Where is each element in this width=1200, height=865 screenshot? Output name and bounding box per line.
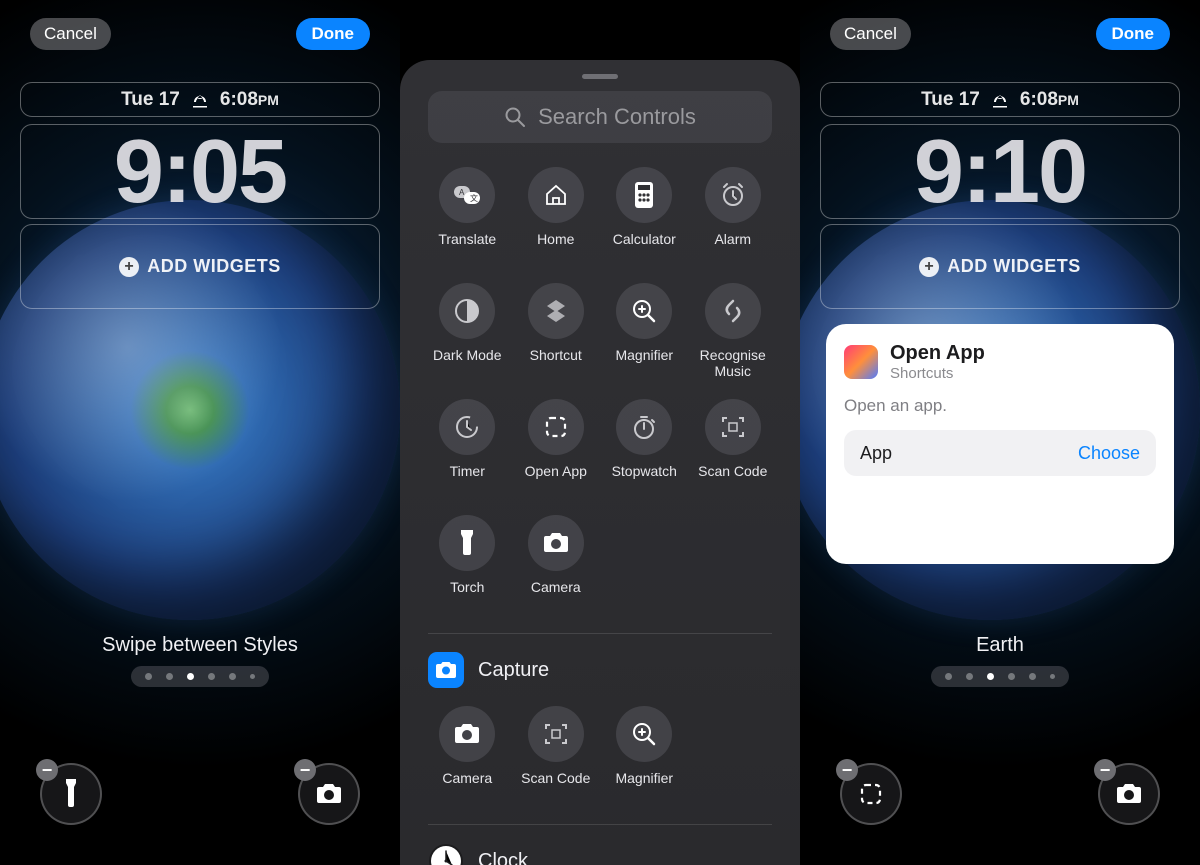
style-page-indicator[interactable] xyxy=(931,666,1069,687)
sunrise-time: 6:08PM xyxy=(220,89,279,111)
camera-icon xyxy=(1115,783,1143,805)
capture-app-icon xyxy=(428,652,464,688)
scan-code-icon xyxy=(543,721,569,747)
clock-app-icon xyxy=(428,843,464,865)
sheet-grabber[interactable] xyxy=(582,74,618,79)
camera-icon xyxy=(315,783,343,805)
panel-controls-sheet: Search Controls A文 Translate Home Calcul… xyxy=(400,0,800,865)
card-title: Open App xyxy=(890,342,985,365)
shortcut-icon xyxy=(543,298,569,324)
control-torch[interactable]: Torch xyxy=(428,515,507,611)
scan-code-icon xyxy=(720,414,746,440)
app-selection-row[interactable]: App Choose xyxy=(844,430,1156,476)
control-open-app[interactable]: Open App xyxy=(517,399,596,495)
section-capture-header: Capture xyxy=(428,652,772,688)
timer-icon xyxy=(454,414,480,440)
capture-magnifier[interactable]: Magnifier xyxy=(605,706,684,802)
camera-icon xyxy=(542,532,570,554)
style-hint: Earth xyxy=(800,634,1200,657)
cancel-button[interactable]: Cancel xyxy=(830,18,911,50)
magnifier-icon xyxy=(631,298,657,324)
control-translate[interactable]: A文 Translate xyxy=(428,167,507,263)
camera-icon xyxy=(453,723,481,745)
control-calculator[interactable]: Calculator xyxy=(605,167,684,263)
card-subtitle: Shortcuts xyxy=(890,365,985,382)
capture-grid: Camera Scan Code Magnifier xyxy=(428,706,772,802)
control-camera[interactable]: Camera xyxy=(517,515,596,611)
plus-icon: + xyxy=(919,257,939,277)
torch-icon xyxy=(58,779,84,809)
stopwatch-icon xyxy=(631,414,657,440)
style-page-indicator[interactable] xyxy=(131,666,269,687)
capture-camera[interactable]: Camera xyxy=(428,706,507,802)
date-widget-area[interactable]: Tue 17 6:08PM xyxy=(820,82,1180,117)
open-app-config-card: Open App Shortcuts Open an app. App Choo… xyxy=(826,324,1174,564)
control-home[interactable]: Home xyxy=(517,167,596,263)
add-widgets-area[interactable]: + ADD WIDGETS xyxy=(820,224,1180,309)
add-widgets-label: ADD WIDGETS xyxy=(947,256,1081,277)
control-stopwatch[interactable]: Stopwatch xyxy=(605,399,684,495)
controls-sheet[interactable]: Search Controls A文 Translate Home Calcul… xyxy=(400,60,800,865)
quick-action-left[interactable]: − xyxy=(40,763,102,825)
remove-badge-icon[interactable]: − xyxy=(36,759,58,781)
control-magnifier[interactable]: Magnifier xyxy=(605,283,684,379)
section-clock-header: Clock xyxy=(428,843,772,865)
remove-badge-icon[interactable]: − xyxy=(1094,759,1116,781)
open-app-icon xyxy=(544,415,568,439)
open-app-icon xyxy=(859,782,883,806)
style-hint: Swipe between Styles xyxy=(0,634,400,657)
search-placeholder: Search Controls xyxy=(538,104,696,130)
control-dark-mode[interactable]: Dark Mode xyxy=(428,283,507,379)
shazam-icon xyxy=(720,298,746,324)
control-recognise-music[interactable]: Recognise Music xyxy=(694,283,773,379)
search-input[interactable]: Search Controls xyxy=(428,91,772,143)
remove-badge-icon[interactable]: − xyxy=(294,759,316,781)
control-alarm[interactable]: Alarm xyxy=(694,167,773,263)
translate-icon: A文 xyxy=(453,183,481,207)
dark-mode-icon xyxy=(453,297,481,325)
date-text: Tue 17 xyxy=(921,89,980,111)
section-divider xyxy=(428,633,772,634)
date-widget-area[interactable]: Tue 17 6:08PM xyxy=(20,82,380,117)
calculator-icon xyxy=(633,181,655,209)
date-text: Tue 17 xyxy=(121,89,180,111)
plus-icon: + xyxy=(119,257,139,277)
cancel-button[interactable]: Cancel xyxy=(30,18,111,50)
add-widgets-area[interactable]: + ADD WIDGETS xyxy=(20,224,380,309)
quick-action-left[interactable]: − xyxy=(840,763,902,825)
sunrise-time: 6:08PM xyxy=(1020,89,1079,111)
shortcuts-app-icon xyxy=(844,345,878,379)
alarm-icon xyxy=(720,182,746,208)
sunrise-icon xyxy=(990,92,1010,108)
control-scan-code[interactable]: Scan Code xyxy=(694,399,773,495)
svg-text:A: A xyxy=(459,188,465,197)
choose-button[interactable]: Choose xyxy=(1078,443,1140,464)
time-widget-area[interactable]: 9:10 xyxy=(820,124,1180,219)
search-icon xyxy=(504,106,526,128)
control-timer[interactable]: Timer xyxy=(428,399,507,495)
card-description: Open an app. xyxy=(844,396,1156,416)
done-button[interactable]: Done xyxy=(296,18,371,50)
quick-action-right[interactable]: − xyxy=(298,763,360,825)
time-widget-area[interactable]: 9:05 xyxy=(20,124,380,219)
sunrise-icon xyxy=(190,92,210,108)
remove-badge-icon[interactable]: − xyxy=(836,759,858,781)
torch-icon xyxy=(458,529,476,557)
done-button[interactable]: Done xyxy=(1096,18,1171,50)
panel-lockscreen-3: Cancel Done Tue 17 6:08PM 9:10 + ADD WID… xyxy=(800,0,1200,865)
home-icon xyxy=(543,182,569,208)
app-row-label: App xyxy=(860,443,892,464)
panel-lockscreen-1: Cancel Done Tue 17 6:08PM 9:05 + ADD WID… xyxy=(0,0,400,865)
section-divider xyxy=(428,824,772,825)
capture-scan-code[interactable]: Scan Code xyxy=(517,706,596,802)
svg-text:文: 文 xyxy=(470,193,478,203)
quick-action-right[interactable]: − xyxy=(1098,763,1160,825)
controls-grid: A文 Translate Home Calculator Alarm Dark xyxy=(428,167,772,611)
add-widgets-label: ADD WIDGETS xyxy=(147,256,281,277)
magnifier-icon xyxy=(631,721,657,747)
control-shortcut[interactable]: Shortcut xyxy=(517,283,596,379)
